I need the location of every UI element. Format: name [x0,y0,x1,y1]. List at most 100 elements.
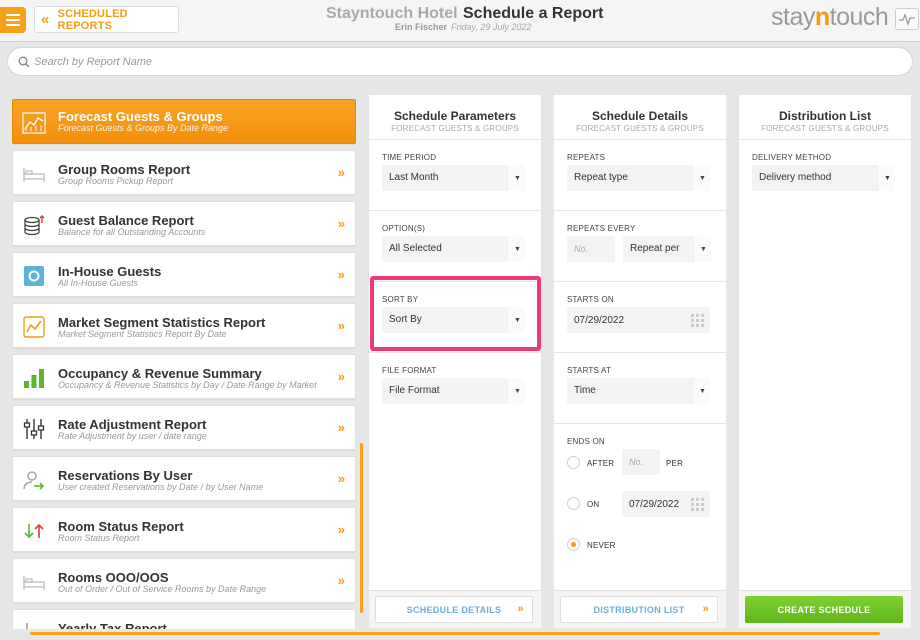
repeat-type-value: Repeat type [574,172,628,183]
repeat-type-select[interactable]: Repeat type ▼ [567,165,710,191]
ends-on-date-value: 07/29/2022 [629,499,680,510]
scheduled-reports-back-button[interactable]: « SCHEDULED REPORTS [34,6,179,33]
report-item-guest-balance[interactable]: Guest Balance Report Balance for all Out… [12,201,356,246]
double-chevron-left-icon: « [41,11,50,28]
schedule-details-button[interactable]: SCHEDULE DETAILS » [375,596,533,623]
report-title: In-House Guests [58,264,162,279]
report-item-rooms-ooo-oos[interactable]: Rooms OOO/OOS Out of Order / Out of Serv… [12,558,356,603]
panel-subtitle: FORECAST GUESTS & GROUPS [391,124,519,133]
report-title: Reservations By User [58,468,193,483]
report-title: Rate Adjustment Report [58,417,207,432]
search-icon [18,56,30,68]
report-subtitle: All In-House Guests [58,278,139,288]
schedule-details-label: SCHEDULE DETAILS [406,604,502,615]
delivery-method-label: DELIVERY METHOD [752,153,832,162]
caret-down-icon: ▼ [694,165,710,191]
time-period-select[interactable]: Last Month ▼ [382,165,525,191]
report-item-reservations-by-user[interactable]: Reservations By User User created Reserv… [12,456,356,501]
ends-never-radio[interactable] [567,538,580,551]
caret-down-icon: ▼ [509,165,525,191]
search-input[interactable] [34,50,854,73]
starts-at-section: STARTS AT Time ▼ [554,352,726,423]
report-item-forecast-guests-groups[interactable]: Forecast Guests & Groups Forecast Guests… [12,99,356,144]
report-item-room-status[interactable]: Room Status Report Room Status Report » [12,507,356,552]
ends-on-date-radio[interactable] [567,497,580,510]
double-chevron-right-icon: » [338,624,345,629]
report-title: Yearly Tax Report [58,621,167,629]
up-down-arrows-icon [22,519,46,543]
file-format-select[interactable]: File Format ▼ [382,378,525,404]
per-label: PER [666,459,684,468]
repeats-every-label: REPEATS EVERY [567,224,636,233]
caret-down-icon: ▼ [509,378,525,404]
report-title: Occupancy & Revenue Summary [58,366,262,381]
ends-on-date-input[interactable]: 07/29/2022 [622,491,710,517]
back-button-label: SCHEDULED REPORTS [57,7,128,32]
panel-title: Schedule Parameters [393,109,517,123]
ends-after-radio[interactable] [567,456,580,469]
in-house-icon [22,264,46,288]
starts-at-time-select[interactable]: Time ▼ [567,378,710,404]
report-subtitle: Forecast Guests & Groups By Date Range [58,123,229,133]
schedule-parameters-panel: Schedule Parameters FORECAST GUESTS & GR… [369,95,541,628]
caret-down-icon: ▼ [694,378,710,404]
report-item-group-rooms[interactable]: Group Rooms Report Group Rooms Pickup Re… [12,150,356,195]
sort-by-section: SORT BY Sort By ▼ [369,281,541,352]
repeats-section: REPEATS Repeat type ▼ [554,139,726,210]
sort-by-select[interactable]: Sort By ▼ [382,307,525,333]
double-chevron-right-icon: » [337,522,345,537]
distribution-list-button[interactable]: DISTRIBUTION LIST » [560,596,718,623]
ends-on-section: ENDS ON AFTER No. PER ON 07/29/2022 NEVE… [554,423,726,583]
time-period-value: Last Month [389,172,439,183]
activity-pulse-icon[interactable] [895,8,919,30]
report-item-rate-adjustment[interactable]: Rate Adjustment Report Rate Adjustment b… [12,405,356,450]
ends-on-label: ENDS ON [567,437,605,446]
distribution-list-label: DISTRIBUTION LIST [593,604,685,615]
ends-after-count-input[interactable]: No. [622,449,660,475]
forecast-chart-icon [22,111,46,135]
report-item-in-house-guests[interactable]: In-House Guests All In-House Guests » [12,252,356,297]
options-select[interactable]: All Selected ▼ [382,236,525,262]
report-title: Guest Balance Report [58,213,194,228]
report-title: Market Segment Statistics Report [58,315,266,330]
options-section: OPTION(S) All Selected ▼ [369,210,541,281]
report-title: Forecast Guests & Groups [58,109,223,124]
number-placeholder: No. [574,244,589,254]
repeats-every-number-input[interactable]: No. [567,236,615,262]
double-chevron-right-icon: » [337,471,345,486]
delivery-method-section: DELIVERY METHOD Delivery method ▼ [739,139,911,210]
report-subtitle: Rate Adjustment by user / date range [58,431,207,441]
calendar-icon [691,314,704,327]
report-search-bar[interactable] [7,47,913,76]
double-chevron-right-icon: » [702,603,709,615]
report-list-scrollbar[interactable] [360,443,363,613]
repeats-label: REPEATS [567,153,606,162]
report-item-yearly-tax[interactable]: Yearly Tax Report » [12,609,356,629]
report-title: Room Status Report [58,519,184,534]
double-chevron-right-icon: » [337,318,345,333]
report-title: Group Rooms Report [58,162,191,177]
panel-title: Schedule Details [591,109,689,123]
caret-down-icon: ▼ [509,307,525,333]
bar-chart-icon [22,366,46,390]
report-subtitle: Out of Order / Out of Service Rooms by D… [58,584,267,594]
starts-on-section: STARTS ON 07/29/2022 [554,281,726,352]
report-item-market-segment[interactable]: Market Segment Statistics Report Market … [12,303,356,348]
panel-footer: CREATE SCHEDULE [739,590,911,628]
on-label: ON [587,500,600,509]
create-schedule-button[interactable]: CREATE SCHEDULE [745,596,903,623]
report-subtitle: Room Status Report [58,533,140,543]
file-format-section: FILE FORMAT File Format ▼ [369,352,541,423]
hamburger-menu-icon[interactable] [0,7,26,33]
report-item-occupancy-revenue[interactable]: Occupancy & Revenue Summary Occupancy & … [12,354,356,399]
top-header: « SCHEDULED REPORTS Stayntouch Hotel Sch… [0,0,920,42]
panel-title: Distribution List [779,109,871,123]
user-name: Erin Fischer [395,22,448,32]
repeat-per-select[interactable]: Repeat per ▼ [623,236,711,262]
caret-down-icon: ▼ [695,236,711,262]
double-chevron-right-icon: » [337,420,345,435]
report-subtitle: Occupancy & Revenue Statistics by Day / … [58,380,317,390]
delivery-method-select[interactable]: Delivery method ▼ [752,165,895,191]
starts-on-value: 07/29/2022 [574,315,625,326]
starts-on-date-input[interactable]: 07/29/2022 [567,307,710,333]
